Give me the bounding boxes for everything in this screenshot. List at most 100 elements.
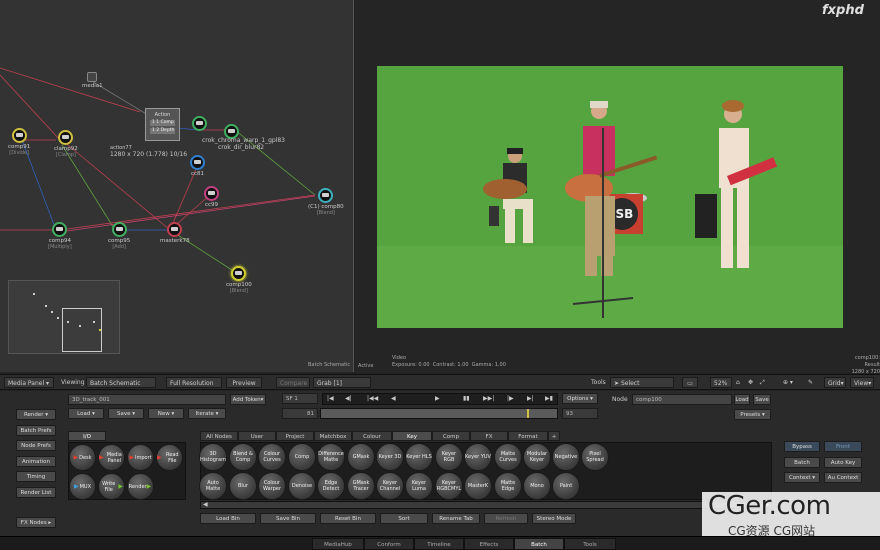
stop-icon[interactable]: ▮▮ — [463, 395, 470, 402]
prev-key-icon[interactable]: |◀◀ — [367, 395, 378, 402]
iterate-button[interactable]: Iterate ▾ — [188, 408, 226, 419]
fx-node-modular-keyer[interactable]: Modular Keyer — [523, 443, 551, 471]
tab-batch[interactable]: Batch — [514, 538, 564, 550]
fx-node-masterk[interactable]: MasterK — [464, 472, 492, 500]
zoom-dropdown[interactable]: 52% — [710, 377, 732, 388]
fx-node-pixel-spread[interactable]: Pixel Spread — [581, 443, 609, 471]
node-action[interactable]: Action 1 1 Comp 1 2 Depth — [145, 108, 180, 141]
node-clamp92[interactable]: clamp92 [Clamp] — [54, 130, 78, 158]
timeline-scrubber[interactable] — [320, 408, 558, 419]
tab-fx[interactable]: FX — [470, 431, 508, 441]
compare-button[interactable]: Compare — [276, 377, 310, 388]
refresh-button[interactable]: Refresh — [484, 513, 528, 524]
fx-node-keyer-rgb[interactable]: Keyer RGB — [435, 443, 463, 471]
tab-tools[interactable]: Tools — [564, 538, 616, 550]
fx-node-colour-warper[interactable]: Colour Warper — [258, 472, 286, 500]
go-end-icon[interactable]: ▶| — [527, 395, 534, 402]
save-bin-button[interactable]: Save Bin — [260, 513, 316, 524]
node-media1[interactable]: media1 — [82, 72, 103, 89]
batch-button[interactable]: Batch — [784, 457, 820, 468]
step-back-icon[interactable]: ◀| — [345, 395, 352, 402]
auto-key-button[interactable]: Auto Key — [824, 457, 862, 468]
node-name-field[interactable]: comp100 — [632, 394, 732, 405]
fx-node-keyer-3d[interactable]: Keyer 3D — [376, 443, 404, 471]
frame-field[interactable]: SF 1 — [282, 393, 318, 404]
tab-key[interactable]: Key — [392, 431, 432, 441]
node-masterk78[interactable]: masterk78 — [160, 222, 190, 244]
select-tool-dropdown[interactable]: ➤ Select — [610, 377, 674, 388]
full-resolution-button[interactable]: Full Resolution — [166, 377, 222, 388]
grid-dropdown[interactable]: Grid▾ — [824, 377, 846, 388]
fx-node-negative[interactable]: Negative — [552, 443, 580, 471]
render-button[interactable]: Render ▾ — [16, 409, 56, 420]
tab-mediahub[interactable]: MediaHub — [312, 538, 364, 550]
batch-prefs-button[interactable]: Batch Prefs — [16, 425, 56, 436]
fx-node-keyer-luma[interactable]: Keyer Luma — [405, 472, 433, 500]
gear-icon[interactable]: ⊕ ▾ — [780, 377, 796, 388]
range-end-field[interactable]: 93 — [562, 408, 598, 419]
home-icon[interactable]: ⌂ — [733, 377, 743, 388]
fx-node-difference-matte[interactable]: Difference Matte — [317, 443, 345, 471]
au-context-button[interactable]: Au Context — [824, 472, 862, 483]
preview-button[interactable]: Preview — [226, 377, 262, 388]
animation-button[interactable]: Animation — [16, 456, 56, 467]
node-load-button[interactable]: Load — [734, 394, 750, 405]
render-list-button[interactable]: Render List — [16, 487, 56, 498]
front-button[interactable]: Front — [824, 441, 862, 452]
step-fwd-icon[interactable]: |▶ — [507, 395, 514, 402]
bin-scrollbar[interactable]: ◀ ▶ — [200, 501, 772, 509]
tab-colour[interactable]: Colour — [352, 431, 392, 441]
fx-node-matte-edge[interactable]: Matte Edge — [494, 472, 522, 500]
node-comp80[interactable]: (C1) comp80 [Blend] — [308, 188, 344, 216]
fx-node-3d-histogram[interactable]: 3D Histogram — [199, 443, 227, 471]
loop-icon[interactable]: ▶▮ — [545, 395, 553, 402]
play-back-icon[interactable]: ◀ — [391, 395, 396, 402]
fx-node-blur[interactable]: Blur — [229, 472, 257, 500]
grab-button[interactable]: Grab [1] — [313, 377, 371, 388]
fx-node-keyer-yuv[interactable]: Keyer YUV — [464, 443, 492, 471]
render-node-button[interactable]: Render ▶ — [127, 473, 154, 500]
fx-node-matte-curves[interactable]: Matte Curves — [494, 443, 522, 471]
node-comp100[interactable]: comp100 [Blend] — [226, 266, 252, 294]
node-prefs-button[interactable]: Node Prefs — [16, 440, 56, 451]
tab-project[interactable]: Project — [276, 431, 314, 441]
fx-node-gmask-tracer[interactable]: GMask Tracer — [347, 472, 375, 500]
fx-node-colour-curves[interactable]: Colour Curves — [258, 443, 286, 471]
tab-all-nodes[interactable]: All Nodes — [200, 431, 238, 441]
node-save-button[interactable]: Save — [753, 394, 771, 405]
node-comp91[interactable]: comp91 [Divide] — [8, 128, 30, 156]
options-button[interactable]: Options ▾ — [562, 393, 598, 404]
fx-node-mono[interactable]: Mono — [523, 472, 551, 500]
node-cc81[interactable]: cc81 — [190, 155, 205, 177]
view-layout-icon[interactable]: ▭ — [682, 377, 698, 388]
fx-node-keyer-rgbcmyl[interactable]: Keyer RGBCMYL — [435, 472, 463, 500]
viewing-dropdown[interactable]: Batch Schematic — [86, 377, 156, 388]
range-start-field[interactable]: 81 — [282, 408, 318, 419]
fx-node-comp[interactable]: Comp — [288, 443, 316, 471]
tab-format[interactable]: Format — [508, 431, 548, 441]
load-button[interactable]: Load ▾ — [68, 408, 104, 419]
playhead[interactable] — [527, 409, 529, 418]
fx-node-keyer-hls[interactable]: Keyer HLS — [405, 443, 433, 471]
fx-node-edge-detect[interactable]: Edge Detect — [317, 472, 345, 500]
sort-button[interactable]: Sort — [380, 513, 428, 524]
fx-node-gmask[interactable]: GMask — [347, 443, 375, 471]
rename-tab-button[interactable]: Rename Tab — [432, 513, 480, 524]
node-crok-chroma-warp[interactable] — [192, 116, 207, 131]
load-bin-button[interactable]: Load Bin — [200, 513, 256, 524]
play-icon[interactable]: ▶ — [435, 395, 440, 402]
node-comp95[interactable]: comp95 [Add] — [108, 222, 130, 250]
context-button[interactable]: Context ▾ — [784, 472, 820, 483]
go-start-icon[interactable]: |◀ — [327, 395, 334, 402]
tab-conform[interactable]: Conform — [364, 538, 414, 550]
next-key-icon[interactable]: ▶▶| — [483, 395, 494, 402]
add-token-button[interactable]: Add Token▾ — [230, 394, 266, 405]
save-button[interactable]: Save ▾ — [108, 408, 144, 419]
timing-button[interactable]: Timing — [16, 471, 56, 482]
node-comp94[interactable]: comp94 [Multiply] — [48, 222, 72, 250]
fx-node-denoise[interactable]: Denoise — [288, 472, 316, 500]
pencil-icon[interactable]: ✎ — [805, 377, 816, 388]
tab-add[interactable]: + — [548, 431, 560, 441]
fit-icon[interactable]: ⤢ — [757, 377, 768, 388]
scroll-left-icon[interactable]: ◀ — [203, 501, 208, 508]
